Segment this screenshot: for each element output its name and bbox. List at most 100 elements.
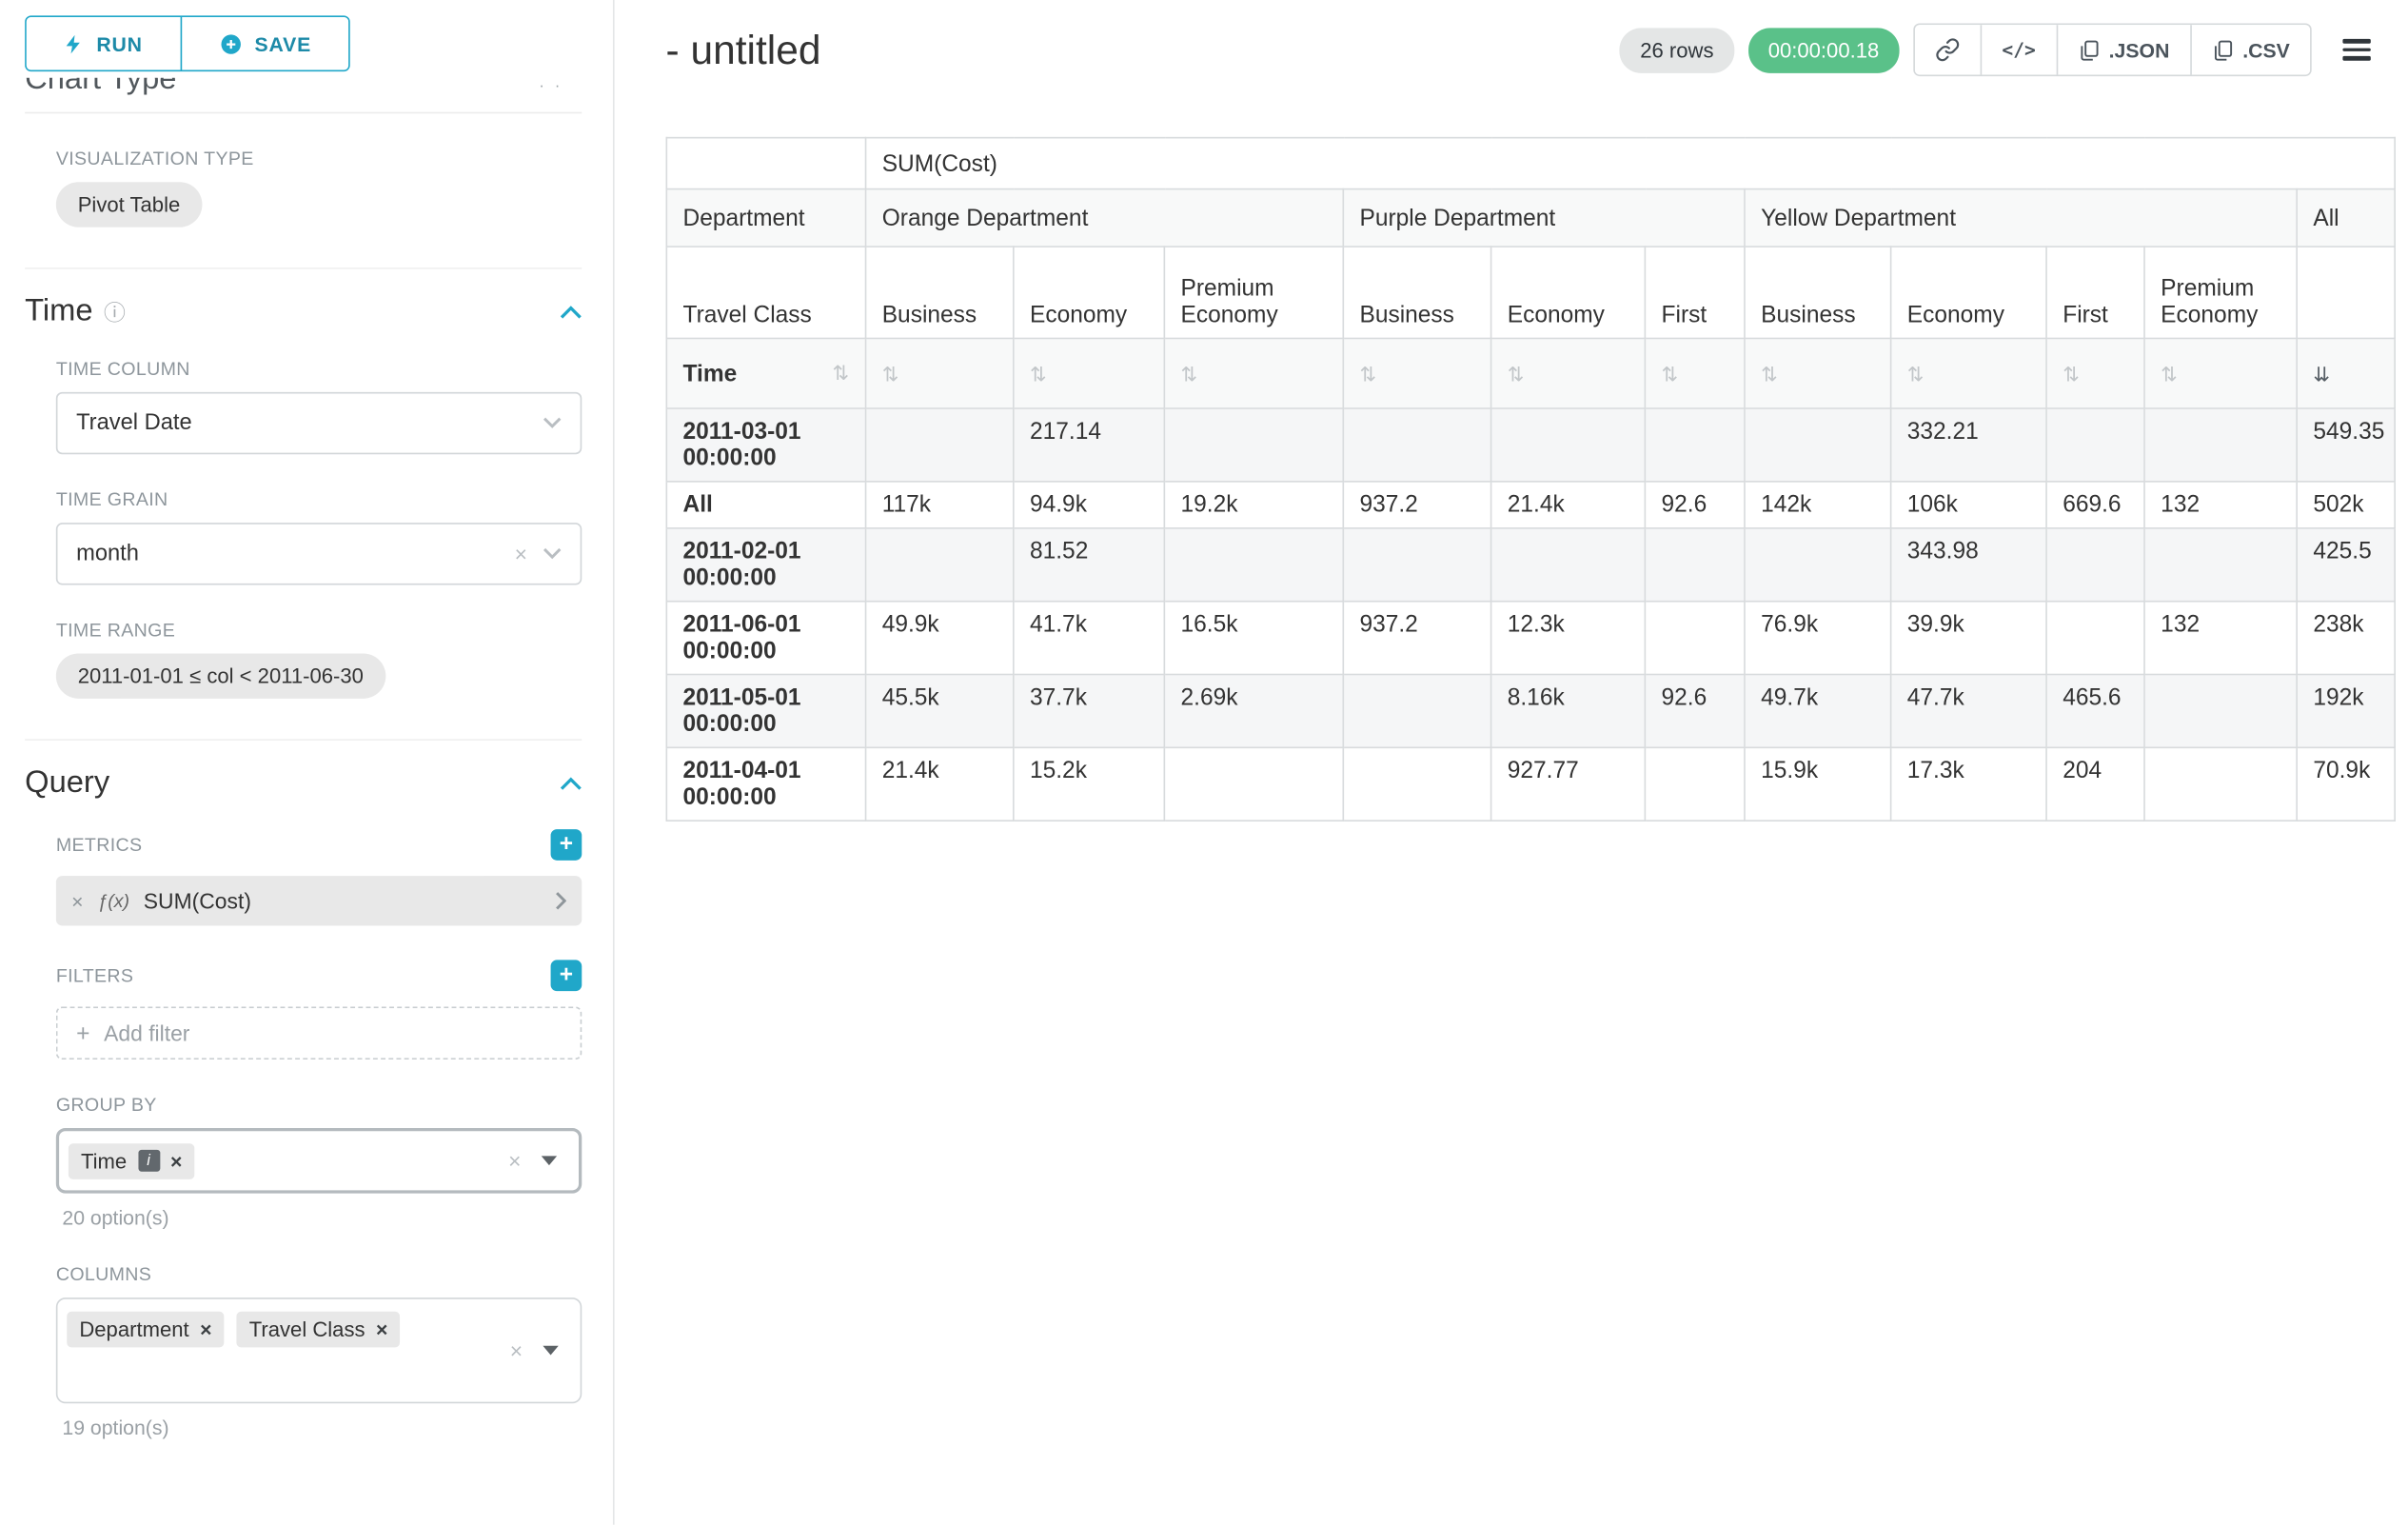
visualization-type-pill[interactable]: Pivot Table	[56, 182, 202, 227]
remove-tag-icon[interactable]: ×	[200, 1317, 211, 1341]
pivot-sort-cell: ⇅	[866, 338, 1014, 408]
chart-title[interactable]: - untitled	[666, 26, 821, 74]
sort-icon[interactable]: ⇅	[1181, 362, 1198, 386]
clear-icon[interactable]: ×	[515, 542, 527, 566]
pivot-col-header: Premium Economy	[2144, 247, 2297, 338]
time-column-label: TIME COLUMN	[56, 358, 582, 380]
control-panel-sidebar: RUN SAVE Chart Type · · VISUALIZATION TY…	[0, 0, 615, 1525]
pivot-sort-cell: ⇅	[2144, 338, 2297, 408]
pivot-value-cell: 502k	[2297, 482, 2395, 528]
pivot-value-cell	[866, 528, 1014, 602]
pivot-value-cell: 2.69k	[1164, 675, 1343, 748]
sort-desc-icon[interactable]: ⇊	[2313, 362, 2330, 386]
sort-icon[interactable]: ⇅	[1508, 362, 1525, 386]
sort-icon[interactable]: ⇅	[1359, 362, 1376, 386]
metric-name: SUM(Cost)	[144, 888, 251, 913]
pivot-value-cell	[2046, 528, 2144, 602]
add-filter-dropzone[interactable]: + Add filter	[56, 1006, 582, 1060]
clear-all-icon[interactable]: ×	[508, 1148, 521, 1173]
pivot-sort-cell: ⇅	[1343, 338, 1490, 408]
pivot-value-cell	[1164, 747, 1343, 821]
export-json-button[interactable]: .JSON	[2056, 25, 2190, 74]
save-button[interactable]: SAVE	[180, 17, 348, 70]
pivot-colgroup-header: Orange Department	[866, 189, 1344, 247]
pivot-sort-cell: ⇅	[1745, 338, 1891, 408]
pivot-subdim-label: Travel Class	[666, 247, 865, 338]
group-by-select[interactable]: Time i × ×	[56, 1128, 582, 1194]
add-filter-button[interactable]: +	[551, 960, 582, 991]
time-column-select[interactable]: Travel Date	[56, 392, 582, 454]
sort-icon[interactable]: ⇅	[1761, 362, 1778, 386]
remove-metric-icon[interactable]: ×	[71, 889, 83, 913]
file-copy-icon	[2212, 38, 2234, 62]
remove-tag-icon[interactable]: ×	[376, 1317, 387, 1341]
pivot-value-cell: 49.7k	[1745, 675, 1891, 748]
pivot-row-label: 2011-05-01 00:00:00	[666, 675, 865, 748]
pivot-row-label: 2011-03-01 00:00:00	[666, 408, 865, 482]
pivot-col-header	[2297, 247, 2395, 338]
run-button[interactable]: RUN	[27, 17, 180, 70]
row-count-badge: 26 rows	[1620, 28, 1734, 72]
columns-tag-department[interactable]: Department ×	[67, 1312, 224, 1348]
copy-link-button[interactable]	[1915, 25, 1981, 74]
chart-type-section-clipped: Chart Type · ·	[25, 78, 582, 100]
chevron-up-icon[interactable]	[560, 305, 582, 319]
save-button-label: SAVE	[255, 32, 312, 56]
file-copy-icon	[2078, 38, 2100, 62]
sort-icon[interactable]: ⇅	[2063, 362, 2080, 386]
sort-icon[interactable]: ⇅	[2161, 362, 2178, 386]
caret-down-icon[interactable]	[542, 1156, 557, 1165]
pivot-value-cell: 669.6	[2046, 482, 2144, 528]
pivot-value-cell: 81.52	[1014, 528, 1165, 602]
sort-icon[interactable]: ⇅	[1907, 362, 1924, 386]
caret-down-icon[interactable]	[543, 1346, 558, 1356]
pivot-value-cell	[1645, 602, 1745, 675]
column-info-icon[interactable]: i	[138, 1150, 160, 1172]
sort-icon[interactable]: ⇅	[1030, 362, 1047, 386]
time-grain-value: month	[76, 542, 139, 566]
explore-view: RUN SAVE Chart Type · · VISUALIZATION TY…	[0, 0, 2408, 1525]
group-by-tag-time[interactable]: Time i ×	[69, 1142, 195, 1178]
pivot-colgroup-header: Purple Department	[1343, 189, 1745, 247]
metric-item[interactable]: × ƒ(x) SUM(Cost)	[56, 876, 582, 925]
time-grain-select[interactable]: month ×	[56, 523, 582, 584]
pivot-value-cell: 76.9k	[1745, 602, 1891, 675]
pivot-sort-cell: ⇅	[1014, 338, 1165, 408]
info-icon[interactable]: ⓘ	[104, 296, 126, 327]
pivot-sort-cell: ⇅	[1891, 338, 2046, 408]
run-button-label: RUN	[96, 32, 142, 56]
columns-select[interactable]: Department × Travel Class × ×	[56, 1297, 582, 1403]
table-row: 2011-06-01 00:00:0049.9k41.7k16.5k937.21…	[666, 602, 2395, 675]
sort-icon[interactable]: ⇅	[1662, 362, 1679, 386]
sort-icon[interactable]: ⇅	[833, 361, 850, 386]
pivot-colgroup-header: All	[2297, 189, 2395, 247]
pivot-value-cell: 16.5k	[1164, 602, 1343, 675]
chevron-up-icon[interactable]	[560, 777, 582, 791]
pivot-value-cell: 132	[2144, 602, 2297, 675]
pivot-value-cell: 549.35	[2297, 408, 2395, 482]
time-range-pill[interactable]: 2011-01-01 ≤ col < 2011-06-30	[56, 653, 385, 698]
tag-label: Time	[81, 1149, 127, 1173]
pivot-col-header: Economy	[1014, 247, 1165, 338]
embed-code-button[interactable]: </>	[1981, 25, 2057, 74]
clear-all-icon[interactable]: ×	[510, 1338, 523, 1363]
time-grain-control: TIME GRAIN month ×	[56, 488, 582, 584]
add-metric-button[interactable]: +	[551, 829, 582, 861]
columns-tag-travel-class[interactable]: Travel Class ×	[237, 1312, 401, 1348]
pivot-table: SUM(Cost)DepartmentOrange DepartmentPurp…	[666, 137, 2397, 822]
filters-label: FILTERS	[56, 964, 133, 986]
sort-icon[interactable]: ⇅	[882, 362, 899, 386]
export-toolbar: </> .JSON .CSV	[1913, 24, 2311, 77]
export-csv-button[interactable]: .CSV	[2190, 25, 2310, 74]
pivot-value-cell	[2144, 408, 2297, 482]
remove-tag-icon[interactable]: ×	[170, 1149, 182, 1173]
pivot-value-cell: 37.7k	[1014, 675, 1165, 748]
chart-panel: - untitled 26 rows 00:00:00.18 </> .JSON	[616, 0, 2408, 1525]
time-column-control: TIME COLUMN Travel Date	[56, 358, 582, 454]
chevron-down-icon	[543, 547, 562, 560]
pivot-value-cell: 21.4k	[866, 747, 1014, 821]
pivot-value-cell: 47.7k	[1891, 675, 2046, 748]
chevron-right-icon[interactable]	[555, 892, 565, 911]
query-timer-badge: 00:00:00.18	[1747, 28, 1899, 72]
menu-icon[interactable]	[2334, 30, 2380, 69]
